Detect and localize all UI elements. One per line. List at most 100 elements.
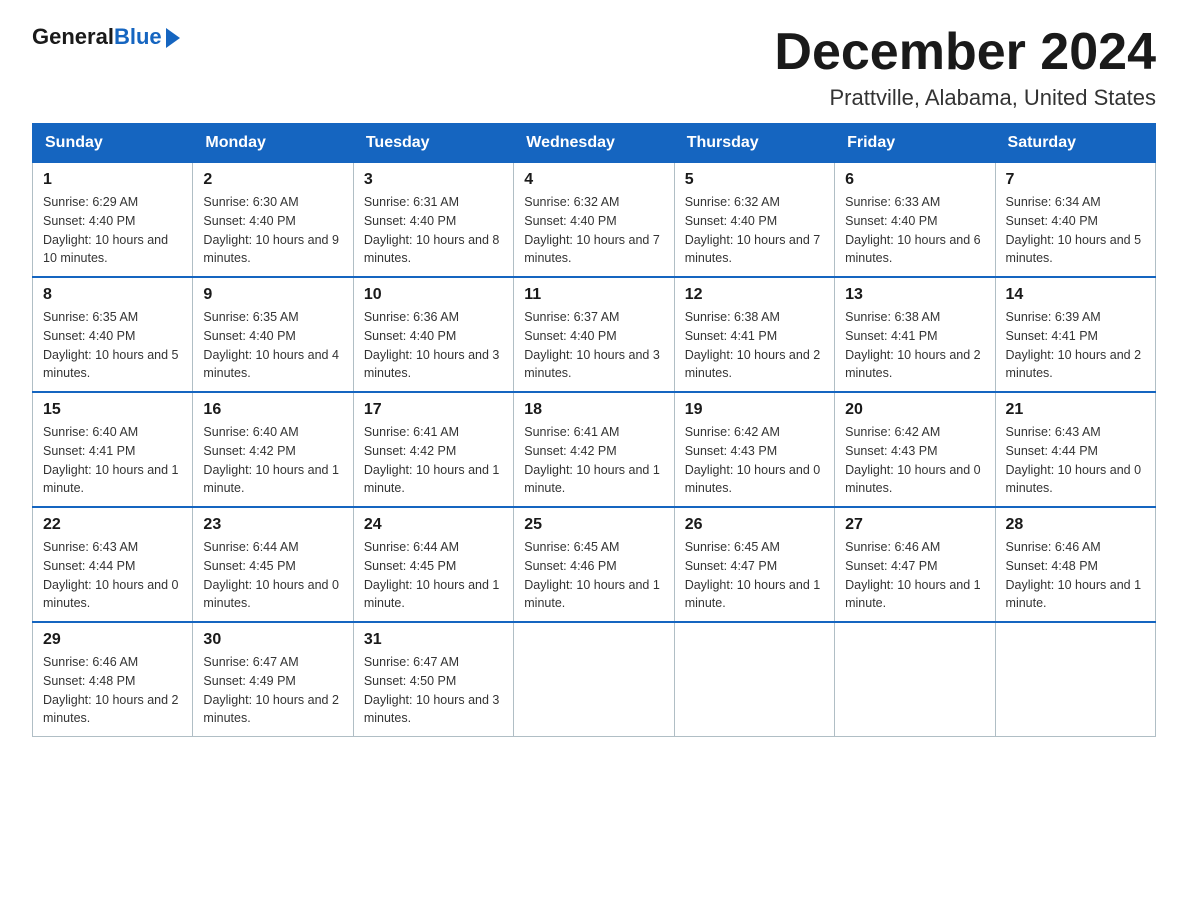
day-info: Sunrise: 6:46 AMSunset: 4:47 PMDaylight:… (845, 538, 984, 613)
calendar-day-cell: 17 Sunrise: 6:41 AMSunset: 4:42 PMDayligh… (353, 392, 513, 507)
day-info: Sunrise: 6:30 AMSunset: 4:40 PMDaylight:… (203, 193, 342, 268)
calendar-week-row: 1Sunrise: 6:29 AMSunset: 4:40 PMDaylight… (33, 163, 1156, 278)
day-info: Sunrise: 6:45 AMSunset: 4:47 PMDaylight:… (685, 538, 824, 613)
header-tuesday: Tuesday (353, 124, 513, 163)
header-wednesday: Wednesday (514, 124, 674, 163)
day-number: 27 (845, 516, 984, 534)
day-info: Sunrise: 6:43 AMSunset: 4:44 PMDaylight:… (43, 538, 182, 613)
day-number: 17 (364, 401, 503, 419)
day-info: Sunrise: 6:41 AMSunset: 4:42 PMDaylight:… (364, 423, 503, 498)
day-number: 9 (203, 286, 342, 304)
day-info: Sunrise: 6:44 AMSunset: 4:45 PMDaylight:… (203, 538, 342, 613)
day-info: Sunrise: 6:41 AMSunset: 4:42 PMDaylight:… (524, 423, 663, 498)
calendar-day-cell: 30 Sunrise: 6:47 AMSunset: 4:49 PMDayligh… (193, 622, 353, 737)
weekday-header-row: Sunday Monday Tuesday Wednesday Thursday… (33, 124, 1156, 163)
day-info: Sunrise: 6:47 AMSunset: 4:49 PMDaylight:… (203, 653, 342, 728)
calendar-day-cell: 18 Sunrise: 6:41 AMSunset: 4:42 PMDayligh… (514, 392, 674, 507)
day-number: 31 (364, 631, 503, 649)
calendar-day-cell: 27 Sunrise: 6:46 AMSunset: 4:47 PMDayligh… (835, 507, 995, 622)
day-number: 14 (1006, 286, 1145, 304)
calendar-day-cell: 4 Sunrise: 6:32 AMSunset: 4:40 PMDaylight… (514, 163, 674, 278)
day-number: 28 (1006, 516, 1145, 534)
calendar-day-cell: 10 Sunrise: 6:36 AMSunset: 4:40 PMDayligh… (353, 277, 513, 392)
day-number: 12 (685, 286, 824, 304)
day-number: 4 (524, 171, 663, 189)
day-info: Sunrise: 6:36 AMSunset: 4:40 PMDaylight:… (364, 308, 503, 383)
day-info: Sunrise: 6:45 AMSunset: 4:46 PMDaylight:… (524, 538, 663, 613)
day-info: Sunrise: 6:35 AMSunset: 4:40 PMDaylight:… (43, 308, 182, 383)
calendar-day-cell: 9 Sunrise: 6:35 AMSunset: 4:40 PMDaylight… (193, 277, 353, 392)
calendar-day-cell: 13Sunrise: 6:38 AMSunset: 4:41 PMDayligh… (835, 277, 995, 392)
calendar-day-cell: 3Sunrise: 6:31 AMSunset: 4:40 PMDaylight… (353, 163, 513, 278)
month-title: December 2024 (774, 24, 1156, 81)
calendar-week-row: 8 Sunrise: 6:35 AMSunset: 4:40 PMDaylight… (33, 277, 1156, 392)
page-header: General Blue December 2024 Prattville, A… (32, 24, 1156, 111)
calendar-day-cell: 6 Sunrise: 6:33 AMSunset: 4:40 PMDaylight… (835, 163, 995, 278)
calendar-day-cell: 21 Sunrise: 6:43 AMSunset: 4:44 PMDayligh… (995, 392, 1155, 507)
logo: General Blue (32, 24, 180, 50)
calendar-day-cell: 2 Sunrise: 6:30 AMSunset: 4:40 PMDaylight… (193, 163, 353, 278)
day-number: 26 (685, 516, 824, 534)
day-info: Sunrise: 6:38 AMSunset: 4:41 PMDaylight:… (845, 308, 984, 383)
day-number: 21 (1006, 401, 1145, 419)
day-number: 2 (203, 171, 342, 189)
calendar-day-cell: 31Sunrise: 6:47 AMSunset: 4:50 PMDayligh… (353, 622, 513, 737)
day-number: 8 (43, 286, 182, 304)
header-sunday: Sunday (33, 124, 193, 163)
calendar-table: Sunday Monday Tuesday Wednesday Thursday… (32, 123, 1156, 737)
day-info: Sunrise: 6:32 AMSunset: 4:40 PMDaylight:… (524, 193, 663, 268)
calendar-day-cell: 15 Sunrise: 6:40 AMSunset: 4:41 PMDayligh… (33, 392, 193, 507)
calendar-day-cell: 7 Sunrise: 6:34 AMSunset: 4:40 PMDaylight… (995, 163, 1155, 278)
day-info: Sunrise: 6:46 AMSunset: 4:48 PMDaylight:… (43, 653, 182, 728)
calendar-day-cell: 16Sunrise: 6:40 AMSunset: 4:42 PMDayligh… (193, 392, 353, 507)
calendar-day-cell: 22Sunrise: 6:43 AMSunset: 4:44 PMDayligh… (33, 507, 193, 622)
header-saturday: Saturday (995, 124, 1155, 163)
day-number: 23 (203, 516, 342, 534)
calendar-day-cell: 28 Sunrise: 6:46 AMSunset: 4:48 PMDayligh… (995, 507, 1155, 622)
calendar-day-cell (995, 622, 1155, 737)
day-info: Sunrise: 6:35 AMSunset: 4:40 PMDaylight:… (203, 308, 342, 383)
calendar-day-cell (835, 622, 995, 737)
day-info: Sunrise: 6:34 AMSunset: 4:40 PMDaylight:… (1006, 193, 1145, 268)
calendar-day-cell: 25Sunrise: 6:45 AMSunset: 4:46 PMDayligh… (514, 507, 674, 622)
day-info: Sunrise: 6:43 AMSunset: 4:44 PMDaylight:… (1006, 423, 1145, 498)
calendar-week-row: 29Sunrise: 6:46 AMSunset: 4:48 PMDayligh… (33, 622, 1156, 737)
day-number: 15 (43, 401, 182, 419)
calendar-day-cell: 23 Sunrise: 6:44 AMSunset: 4:45 PMDayligh… (193, 507, 353, 622)
header-friday: Friday (835, 124, 995, 163)
day-number: 11 (524, 286, 663, 304)
calendar-day-cell: 11 Sunrise: 6:37 AMSunset: 4:40 PMDayligh… (514, 277, 674, 392)
day-info: Sunrise: 6:29 AMSunset: 4:40 PMDaylight:… (43, 193, 182, 268)
day-info: Sunrise: 6:32 AMSunset: 4:40 PMDaylight:… (685, 193, 824, 268)
day-info: Sunrise: 6:37 AMSunset: 4:40 PMDaylight:… (524, 308, 663, 383)
day-number: 16 (203, 401, 342, 419)
logo-blue-text: Blue (114, 24, 162, 50)
day-info: Sunrise: 6:40 AMSunset: 4:41 PMDaylight:… (43, 423, 182, 498)
day-info: Sunrise: 6:39 AMSunset: 4:41 PMDaylight:… (1006, 308, 1145, 383)
calendar-day-cell (674, 622, 834, 737)
day-number: 24 (364, 516, 503, 534)
day-info: Sunrise: 6:33 AMSunset: 4:40 PMDaylight:… (845, 193, 984, 268)
calendar-day-cell: 24 Sunrise: 6:44 AMSunset: 4:45 PMDayligh… (353, 507, 513, 622)
logo-blue-part: Blue (114, 24, 180, 50)
logo-general-text: General (32, 24, 114, 50)
title-block: December 2024 Prattville, Alabama, Unite… (774, 24, 1156, 111)
day-number: 7 (1006, 171, 1145, 189)
location-title: Prattville, Alabama, United States (774, 85, 1156, 111)
day-number: 6 (845, 171, 984, 189)
calendar-day-cell: 14 Sunrise: 6:39 AMSunset: 4:41 PMDayligh… (995, 277, 1155, 392)
calendar-day-cell (514, 622, 674, 737)
calendar-day-cell: 5Sunrise: 6:32 AMSunset: 4:40 PMDaylight… (674, 163, 834, 278)
day-info: Sunrise: 6:31 AMSunset: 4:40 PMDaylight:… (364, 193, 503, 268)
day-number: 30 (203, 631, 342, 649)
day-info: Sunrise: 6:46 AMSunset: 4:48 PMDaylight:… (1006, 538, 1145, 613)
day-number: 20 (845, 401, 984, 419)
day-number: 19 (685, 401, 824, 419)
day-number: 18 (524, 401, 663, 419)
day-info: Sunrise: 6:38 AMSunset: 4:41 PMDaylight:… (685, 308, 824, 383)
calendar-day-cell: 8 Sunrise: 6:35 AMSunset: 4:40 PMDaylight… (33, 277, 193, 392)
day-number: 10 (364, 286, 503, 304)
day-info: Sunrise: 6:44 AMSunset: 4:45 PMDaylight:… (364, 538, 503, 613)
calendar-week-row: 22Sunrise: 6:43 AMSunset: 4:44 PMDayligh… (33, 507, 1156, 622)
day-info: Sunrise: 6:42 AMSunset: 4:43 PMDaylight:… (845, 423, 984, 498)
